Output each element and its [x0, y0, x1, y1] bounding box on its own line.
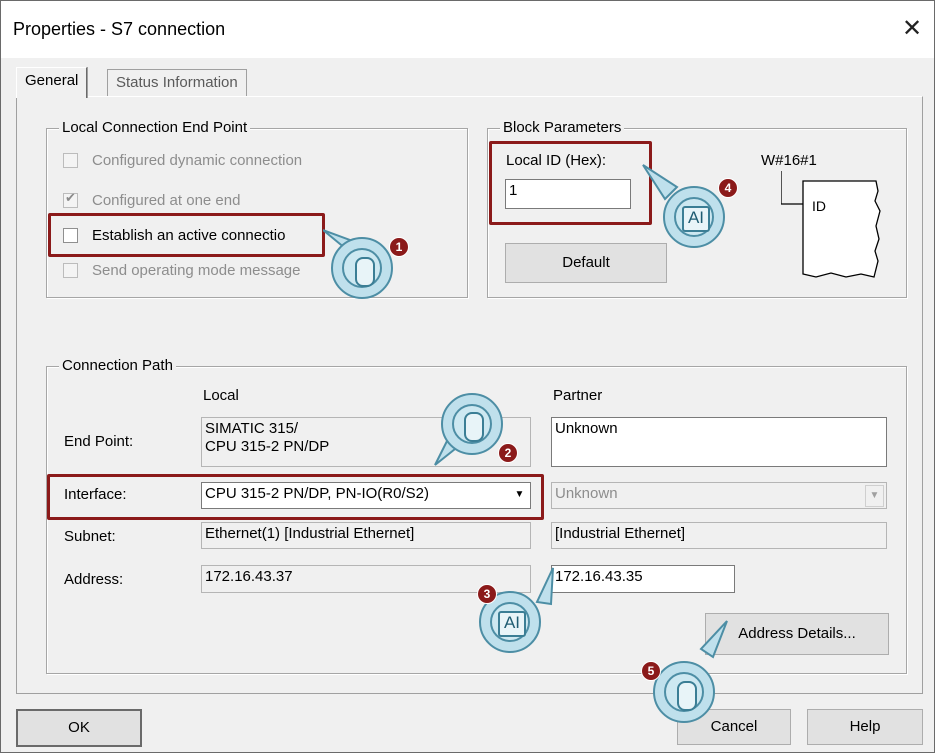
block-parameters-title: Block Parameters [500, 119, 625, 136]
callout-2 [441, 393, 503, 455]
text-input-icon: AI [682, 206, 710, 232]
configured-one-end-row[interactable]: ✔ Configured at one end [63, 190, 240, 210]
send-mode-label: Send operating mode message [92, 261, 301, 279]
configured-dynamic-row[interactable]: Configured dynamic connection [63, 150, 302, 170]
subnet-local-field: Ethernet(1) [Industrial Ethernet] [201, 522, 531, 549]
block-id-label: ID [812, 198, 826, 214]
callout-5 [653, 661, 715, 723]
address-details-button[interactable]: Address Details... [705, 613, 889, 655]
help-button[interactable]: Help [807, 709, 923, 745]
interface-partner-select[interactable]: Unknown ▼ [551, 482, 887, 509]
configured-one-end-label: Configured at one end [92, 191, 241, 209]
send-mode-checkbox[interactable] [63, 262, 78, 278]
highlight-local-id [489, 141, 652, 225]
mouse-click-icon [464, 412, 484, 442]
connection-path-title: Connection Path [59, 357, 176, 374]
text-input-icon: AI [498, 611, 526, 637]
configured-one-end-checkbox[interactable]: ✔ [63, 189, 78, 208]
address-partner-input[interactable]: 172.16.43.35 [551, 565, 735, 593]
close-button[interactable]: ✕ [894, 9, 930, 49]
callout-3-pointer [535, 567, 554, 606]
interface-partner-value: Unknown [555, 485, 618, 502]
ok-button[interactable]: OK [16, 709, 142, 747]
default-button[interactable]: Default [505, 243, 667, 283]
title-bar: Properties - S7 connection ✕ [1, 1, 934, 58]
callout-1-badge: 1 [389, 237, 409, 257]
configured-dynamic-label: Configured dynamic connection [92, 151, 303, 169]
mouse-click-icon [355, 257, 375, 287]
tab-status-information[interactable]: Status Information [107, 69, 247, 98]
local-header: Local [203, 387, 239, 404]
highlight-interface [47, 474, 544, 520]
callout-4-badge: 4 [718, 178, 738, 198]
callout-5-pointer [699, 620, 728, 659]
end-point-label: End Point: [64, 433, 134, 450]
callout-1 [331, 237, 393, 299]
callout-3-badge: 3 [477, 584, 497, 604]
callout-2-badge: 2 [498, 443, 518, 463]
send-mode-row[interactable]: Send operating mode message [63, 260, 300, 280]
callout-5-badge: 5 [641, 661, 661, 681]
local-end-point-title: Local Connection End Point [59, 119, 251, 136]
tab-general[interactable]: General [16, 67, 88, 98]
mouse-click-icon [677, 681, 697, 711]
dropdown-arrow-icon[interactable]: ▼ [865, 485, 884, 507]
properties-dialog: Properties - S7 connection ✕ General Sta… [0, 0, 935, 753]
block-diagram [781, 171, 881, 278]
address-label: Address: [64, 571, 124, 588]
subnet-partner-field: [Industrial Ethernet] [551, 522, 887, 549]
subnet-label: Subnet: [64, 528, 116, 545]
end-point-partner-field[interactable]: Unknown [551, 417, 887, 467]
callout-4: AI [663, 186, 725, 248]
configured-dynamic-checkbox[interactable] [63, 152, 78, 168]
partner-header: Partner [553, 387, 603, 404]
window-title: Properties - S7 connection [13, 19, 226, 39]
block-w-label: W#16#1 [761, 152, 817, 169]
checkmark-icon: ✔ [65, 189, 76, 205]
highlight-active-connection [48, 213, 325, 257]
